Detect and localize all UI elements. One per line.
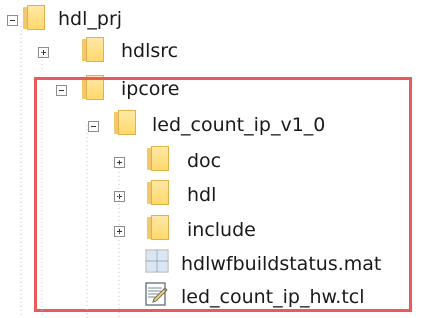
tree-item-label[interactable]: hdlsrc	[121, 42, 178, 61]
highlight-box	[34, 77, 412, 312]
tree-item-label[interactable]: hdl_prj	[58, 10, 122, 29]
expand-toggle-hdlsrc[interactable]	[38, 47, 49, 58]
folder-icon	[23, 5, 47, 31]
collapse-toggle-hdl-prj[interactable]	[7, 15, 18, 26]
folder-icon	[82, 37, 106, 63]
file-tree: hdl_prj hdlsrc ipcore led_count_ip_v1_0 …	[0, 0, 422, 318]
